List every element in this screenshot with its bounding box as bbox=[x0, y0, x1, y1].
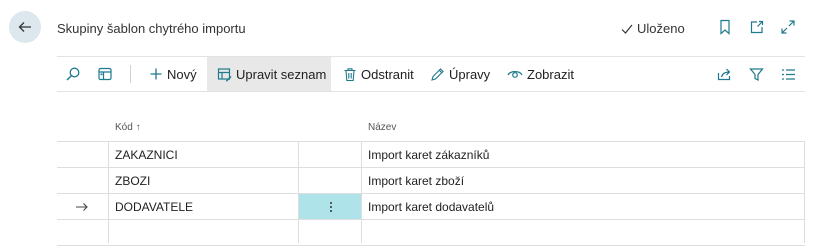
action-bar: Nový Upravit seznam Odstranit Úpravy Zob… bbox=[57, 56, 805, 92]
bookmark-icon[interactable] bbox=[716, 18, 734, 36]
data-grid: ZAKAZNICI Import karet zákazníků ZBOZI I… bbox=[57, 141, 805, 246]
table-row[interactable]: ZBOZI Import karet zboží bbox=[57, 168, 805, 194]
page-title: Skupiny šablon chytrého importu bbox=[57, 21, 246, 36]
expand-icon[interactable] bbox=[779, 18, 797, 36]
open-new-window-icon[interactable] bbox=[748, 18, 766, 36]
table-row[interactable]: DODAVATELE Import karet dodavatelů bbox=[57, 194, 805, 220]
search-button[interactable] bbox=[65, 57, 81, 91]
more-vertical-icon bbox=[329, 201, 332, 212]
edit-button[interactable]: Úpravy bbox=[430, 57, 490, 91]
view-label: Zobrazit bbox=[527, 66, 574, 82]
edit-list-button[interactable]: Upravit seznam bbox=[207, 57, 331, 91]
edit-list-icon bbox=[217, 67, 232, 81]
share-button[interactable] bbox=[716, 57, 732, 91]
edit-list-label: Upravit seznam bbox=[236, 66, 327, 82]
name-cell[interactable] bbox=[364, 220, 805, 245]
page-view-button[interactable] bbox=[97, 57, 113, 91]
list-icon bbox=[782, 68, 795, 80]
current-row-arrow-icon bbox=[75, 194, 95, 219]
new-button[interactable]: Nový bbox=[149, 57, 197, 91]
grid-divider bbox=[361, 141, 362, 243]
row-actions-button[interactable] bbox=[299, 194, 362, 219]
pencil-icon bbox=[431, 67, 444, 81]
column-header-name[interactable]: Název bbox=[368, 122, 396, 133]
grid-divider bbox=[108, 141, 109, 243]
sort-ascending-icon: ↑ bbox=[135, 122, 141, 133]
search-icon bbox=[66, 67, 80, 81]
arrow-left-icon bbox=[18, 22, 31, 32]
table-row[interactable] bbox=[57, 220, 805, 246]
code-cell[interactable] bbox=[111, 220, 301, 245]
list-page-icon bbox=[98, 67, 112, 81]
name-cell[interactable]: Import karet zákazníků bbox=[364, 142, 805, 167]
column-header-code[interactable]: Kód ↑ bbox=[115, 122, 141, 133]
grid-divider bbox=[804, 141, 805, 243]
saved-status: Uloženo bbox=[620, 21, 685, 36]
edit-label: Úpravy bbox=[449, 66, 491, 82]
back-button[interactable] bbox=[9, 11, 41, 43]
code-cell[interactable]: ZBOZI bbox=[111, 168, 301, 193]
filter-icon bbox=[749, 67, 764, 81]
checkmark-icon bbox=[621, 24, 633, 34]
filter-button[interactable] bbox=[749, 57, 764, 91]
name-cell[interactable]: Import karet zboží bbox=[364, 168, 805, 193]
code-cell[interactable]: DODAVATELE bbox=[111, 194, 301, 219]
table-row[interactable]: ZAKAZNICI Import karet zákazníků bbox=[57, 141, 805, 168]
list-view-button[interactable] bbox=[781, 57, 796, 91]
new-label: Nový bbox=[167, 66, 197, 82]
share-icon bbox=[717, 68, 731, 81]
code-cell[interactable]: ZAKAZNICI bbox=[111, 142, 301, 167]
trash-icon bbox=[344, 67, 356, 81]
plus-icon bbox=[150, 68, 162, 80]
delete-button[interactable]: Odstranit bbox=[343, 57, 414, 91]
eye-icon bbox=[507, 71, 523, 78]
view-button[interactable]: Zobrazit bbox=[507, 57, 574, 91]
grid-divider bbox=[298, 141, 299, 243]
saved-label: Uloženo bbox=[637, 21, 685, 36]
delete-label: Odstranit bbox=[361, 66, 414, 82]
name-cell[interactable]: Import karet dodavatelů bbox=[364, 194, 805, 219]
